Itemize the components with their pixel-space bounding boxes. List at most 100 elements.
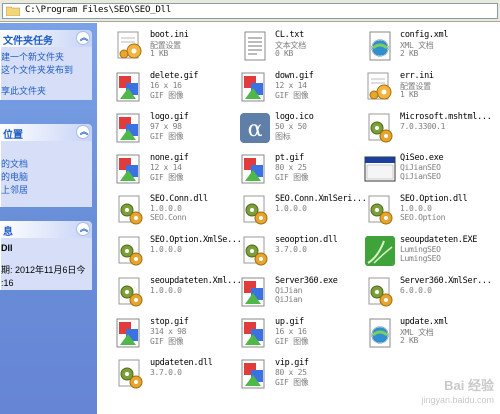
- other-places-title: 位置: [3, 130, 23, 141]
- file-name: Server360.XmlSer...: [400, 276, 492, 286]
- file-detail-line1: 16 x 16: [150, 81, 182, 90]
- file-item[interactable]: Server360.exe QiJian QiJian: [233, 273, 358, 313]
- file-item[interactable]: stop.gif 314 x 98 GIF 图像: [108, 314, 233, 354]
- gif-image-icon: [114, 71, 146, 103]
- file-name: updateten.dll: [150, 358, 213, 368]
- file-detail-line2: SEO.Option: [400, 213, 446, 222]
- file-detail-line1: 12 x 14: [150, 163, 182, 172]
- file-name: boot.ini: [150, 30, 189, 40]
- file-detail-line2: GIF 图像: [150, 91, 184, 100]
- collapse-chevron-icon[interactable]: ︽: [76, 31, 90, 45]
- gif-image-icon: [114, 317, 146, 349]
- file-item[interactable]: Server360.XmlSer... 6.0.0.0: [358, 273, 492, 313]
- folder-name: Dll: [1, 243, 13, 253]
- file-name: logo.ico: [275, 112, 314, 122]
- file-detail-line2: QiJian: [275, 295, 303, 304]
- file-item[interactable]: update.xml XML 文档 2 KB: [358, 314, 483, 354]
- file-item[interactable]: vip.gif 80 x 25 GIF 图像: [233, 355, 358, 395]
- file-item[interactable]: SEO.Conn.dll 1.0.0.0 SEO.Conn: [108, 191, 233, 231]
- file-item[interactable]: α logo.ico 50 x 50 图标: [233, 109, 358, 149]
- file-detail-line2: GIF 图像: [275, 173, 309, 182]
- file-item[interactable]: down.gif 12 x 14 GIF 图像: [233, 68, 358, 108]
- file-item[interactable]: seoupdateten.Xml... 1.0.0.0: [108, 273, 242, 313]
- file-detail-line2: GIF 图像: [275, 91, 309, 100]
- file-name: logo.gif: [150, 112, 189, 122]
- gif-image-icon: [239, 276, 271, 308]
- dll-library-icon: [114, 235, 146, 267]
- gif-image-icon: [239, 317, 271, 349]
- file-detail-line2: GIF 图像: [275, 378, 309, 387]
- file-list-view: boot.ini 配置设置 1 KB CL.txt 文本文档 0 KB config.xml…: [100, 23, 500, 414]
- collapse-chevron-icon[interactable]: ︽: [76, 125, 90, 139]
- file-name: seoupdateten.Xml...: [150, 276, 242, 286]
- file-name: none.gif: [150, 153, 189, 163]
- file-item[interactable]: updateten.dll 3.7.0.0: [108, 355, 233, 395]
- xml-document-icon: [364, 317, 396, 349]
- other-places-panel: 位置 ︽ 的文档 的电脑 上邻居: [0, 124, 92, 207]
- file-detail-line1: 16 x 16: [275, 327, 307, 336]
- dll-library-icon: [364, 276, 396, 308]
- dll-library-icon: [364, 194, 396, 226]
- file-detail-line1: 97 x 98: [150, 122, 182, 131]
- file-item[interactable]: logo.gif 97 x 98 GIF 图像: [108, 109, 233, 149]
- file-name: pt.gif: [275, 153, 304, 163]
- file-item[interactable]: CL.txt 文本文档 0 KB: [233, 27, 358, 67]
- file-item[interactable]: up.gif 16 x 16 GIF 图像: [233, 314, 358, 354]
- text-document-icon: [239, 30, 271, 62]
- xml-document-icon: [364, 30, 396, 62]
- address-field[interactable]: C:\Program Files\SEO\SEO_Dll: [2, 3, 498, 19]
- file-name: stop.gif: [150, 317, 189, 327]
- file-detail-line1: QiJian: [275, 286, 303, 295]
- file-item[interactable]: config.xml XML 文档 2 KB: [358, 27, 483, 67]
- publish-folder-link[interactable]: 这个文件夹发布到: [1, 64, 90, 77]
- dll-library-icon: [364, 112, 396, 144]
- parent-folder-link[interactable]: [1, 145, 90, 158]
- file-name: Microsoft.mshtml...: [400, 112, 492, 122]
- file-detail-line1: 80 x 25: [275, 163, 307, 172]
- file-item[interactable]: none.gif 12 x 14 GIF 图像: [108, 150, 233, 190]
- modified-time: :16: [1, 278, 14, 288]
- file-detail-line2: 1 KB: [150, 49, 169, 58]
- file-item[interactable]: pt.gif 80 x 25 GIF 图像: [233, 150, 358, 190]
- file-item[interactable]: SEO.Conn.XmlSeri... 1.0.0.0: [233, 191, 367, 231]
- file-detail-line1: 50 x 50: [275, 122, 307, 131]
- details-panel: 息 ︽ Dll 期: 2012年11月6日今 :16: [0, 221, 92, 290]
- file-item[interactable]: SEO.Option.dll 1.0.0.0 SEO.Option: [358, 191, 483, 231]
- file-detail-line1: 1.0.0.0: [150, 245, 182, 254]
- file-item[interactable]: SEO.Option.XmlSe... 1.0.0.0: [108, 232, 242, 272]
- network-places-link[interactable]: 上邻居: [1, 184, 90, 197]
- file-detail-line1: 1.0.0.0: [150, 286, 182, 295]
- file-detail-line1: LumingSEO: [400, 245, 441, 254]
- file-item[interactable]: boot.ini 配置设置 1 KB: [108, 27, 233, 67]
- file-name: seoupdateten.EXE: [400, 235, 478, 245]
- file-item[interactable]: seooption.dll 3.7.0.0: [233, 232, 358, 272]
- dll-library-icon: [114, 194, 146, 226]
- modified-date: 期: 2012年11月6日今: [1, 265, 86, 275]
- file-name: Server360.exe: [275, 276, 338, 286]
- file-detail-line1: 80 x 25: [275, 368, 307, 377]
- other-places-header[interactable]: 位置 ︽: [0, 124, 92, 141]
- dll-library-icon: [239, 235, 271, 267]
- new-folder-link[interactable]: 建一个新文件夹: [1, 51, 90, 64]
- dll-library-icon: [239, 194, 271, 226]
- baidu-watermark: Bai 经验 jingyan.baidu.com: [421, 378, 494, 408]
- file-tasks-title: 文件夹任务: [3, 36, 53, 47]
- gif-image-icon: [114, 112, 146, 144]
- my-computer-link[interactable]: 的电脑: [1, 171, 90, 184]
- file-item[interactable]: delete.gif 16 x 16 GIF 图像: [108, 68, 233, 108]
- collapse-chevron-icon[interactable]: ︽: [76, 222, 90, 236]
- file-tasks-header[interactable]: 文件夹任务 ︽: [0, 30, 92, 47]
- file-item[interactable]: Microsoft.mshtml... 7.0.3300.1: [358, 109, 492, 149]
- file-item[interactable]: QiSeo.exe QiJianSEO QiJianSEO: [358, 150, 483, 190]
- file-name: up.gif: [275, 317, 304, 327]
- file-item[interactable]: seoupdateten.EXE LumingSEO LumingSEO: [358, 232, 483, 272]
- details-header[interactable]: 息 ︽: [0, 221, 92, 238]
- dll-library-icon: [114, 358, 146, 390]
- file-name: SEO.Option.dll: [400, 194, 468, 204]
- file-name: config.xml: [400, 30, 449, 40]
- details-title: 息: [3, 227, 13, 238]
- file-item[interactable]: err.ini 配置设置 1 KB: [358, 68, 483, 108]
- my-documents-link[interactable]: 的文档: [1, 158, 90, 171]
- file-detail-line1: 3.7.0.0: [150, 368, 182, 377]
- share-folder-link[interactable]: 享此文件夹: [1, 85, 90, 98]
